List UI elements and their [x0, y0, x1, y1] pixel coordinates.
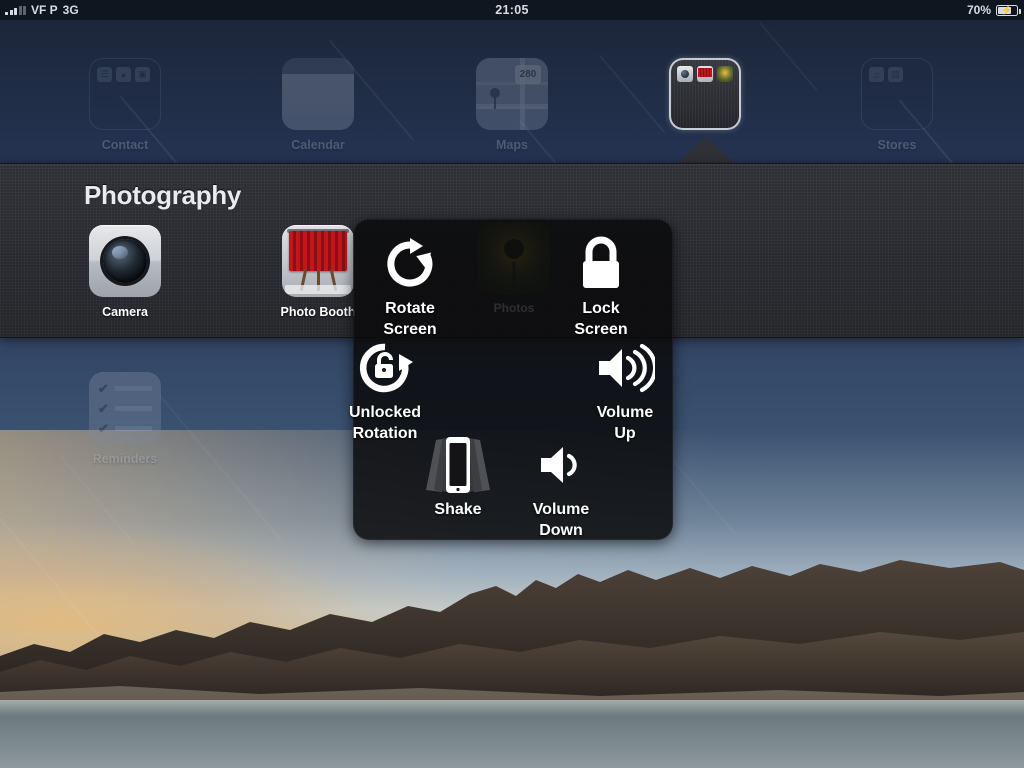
- status-bar-right: 70% ⚡: [966, 3, 1021, 17]
- assistive-touch-volume-down[interactable]: Volume Down: [501, 434, 621, 541]
- mini-photo-booth-icon: [697, 66, 713, 82]
- photo-booth-icon: [282, 225, 354, 297]
- assistive-touch-label-line1: Volume: [596, 404, 654, 421]
- maps-pin-icon: [490, 88, 500, 109]
- assistive-touch-label-line2: Down: [539, 522, 583, 539]
- assistive-touch-label-line1: Shake: [434, 501, 482, 518]
- assistive-touch-rotate-screen[interactable]: Rotate Screen: [350, 233, 470, 340]
- assistive-touch-label-line1: Rotate: [385, 300, 435, 317]
- folder-app-label: Camera: [102, 305, 148, 319]
- assistive-touch-label-line1: Lock: [582, 300, 620, 317]
- battery-percent-label: 70%: [966, 3, 991, 17]
- camera-icon: [89, 225, 161, 297]
- reminders-icon: ✔ ✔ ✔: [89, 372, 161, 444]
- assistive-touch-lock-screen[interactable]: Lock Screen: [541, 233, 661, 340]
- maps-icon: 280: [476, 58, 548, 130]
- mini-photos-icon: [717, 66, 733, 82]
- home-icon-label: Contact: [101, 138, 149, 152]
- unlocked-rotation-icon: [325, 337, 445, 399]
- assistive-touch-label-line1: Volume: [532, 501, 590, 518]
- photography-folder-open-icon: [669, 58, 741, 130]
- folder-pointer-arrow: [676, 137, 736, 165]
- home-icon-maps[interactable]: 280 Maps: [452, 58, 572, 152]
- stores-folder-icon: ♫ ▤: [861, 58, 933, 130]
- folder-app-camera[interactable]: Camera: [65, 225, 185, 319]
- volume-down-icon: [501, 434, 621, 496]
- volume-up-icon: [565, 337, 685, 399]
- home-icon-calendar[interactable]: Calendar: [258, 58, 378, 152]
- ipad-home-screen: VF P 3G 21:05 70% ⚡ ☰ ● ▣ Contact Calendar: [0, 0, 1024, 768]
- assistive-touch-shake[interactable]: Shake: [398, 434, 518, 520]
- home-icon-photography-folder[interactable]: [645, 58, 765, 130]
- contacts-folder-icon: ☰ ● ▣: [89, 58, 161, 130]
- folder-title: Photography: [84, 180, 242, 210]
- rotate-screen-icon: [350, 233, 470, 295]
- wallpaper-lake-shine: [0, 700, 1024, 716]
- battery-charging-icon: ⚡: [996, 4, 1021, 16]
- home-icon-label: Calendar: [291, 138, 345, 152]
- home-icon-label: Stores: [877, 138, 917, 152]
- assistive-touch-menu: Rotate Screen Lock Screen Unlocked Rotat…: [349, 219, 673, 541]
- assistive-touch-unlocked-rotation[interactable]: Unlocked Rotation: [325, 337, 445, 444]
- lock-screen-icon: [541, 233, 661, 295]
- home-icon-label: Maps: [496, 138, 528, 152]
- home-icon-stores[interactable]: ♫ ▤ Stores: [837, 58, 957, 152]
- status-bar: VF P 3G 21:05 70% ⚡: [0, 0, 1024, 20]
- shake-icon: [398, 434, 518, 496]
- calendar-icon: [282, 58, 354, 130]
- maps-route-shield: 280: [515, 65, 541, 84]
- assistive-touch-volume-up[interactable]: Volume Up: [565, 337, 685, 444]
- status-bar-clock: 21:05: [495, 3, 529, 17]
- mini-camera-icon: [677, 66, 693, 82]
- wallpaper-mountain-range: [0, 560, 1024, 705]
- home-icon-contact[interactable]: ☰ ● ▣ Contact: [65, 58, 185, 152]
- home-icon-label: Reminders: [92, 452, 158, 466]
- assistive-touch-label-line1: Unlocked: [348, 404, 421, 421]
- home-icon-reminders[interactable]: ✔ ✔ ✔ Reminders: [65, 372, 185, 466]
